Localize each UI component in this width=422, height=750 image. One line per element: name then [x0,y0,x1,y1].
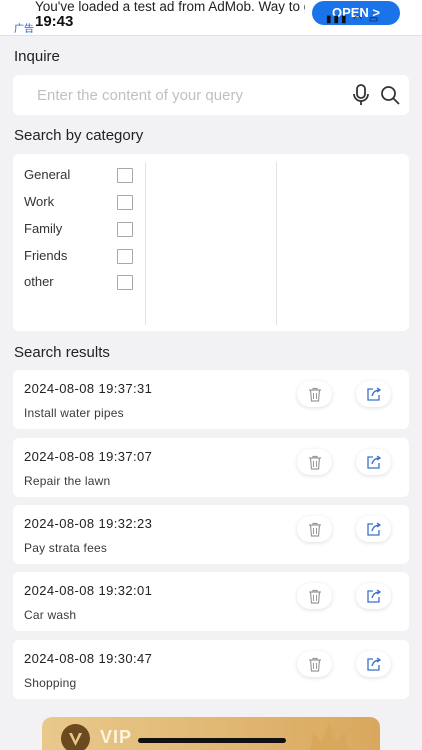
ad-banner[interactable]: You've loaded a test ad from AdMob. Way … [0,0,422,36]
share-icon [367,589,381,603]
result-datetime: 2024-08-08 19:37:07 [24,449,153,464]
checkbox[interactable] [117,168,133,183]
result-title: Repair the lawn [24,474,111,488]
inquire-title: Inquire [14,48,60,65]
result-card[interactable]: 2024-08-08 19:37:07 Repair the lawn [13,438,409,497]
delete-button[interactable] [297,449,332,475]
result-datetime: 2024-08-08 19:30:47 [24,651,153,666]
result-card[interactable]: 2024-08-08 19:32:01 Car wash [13,572,409,631]
result-title: Shopping [24,676,77,690]
vip-label: VIP [100,727,133,747]
delete-button[interactable] [297,651,332,677]
share-icon [367,455,381,469]
home-indicator [138,738,286,743]
share-button[interactable] [356,651,391,677]
results-title: Search results [14,344,110,361]
checkbox[interactable] [117,275,133,290]
trash-icon [308,589,321,604]
category-title: Search by category [14,127,144,144]
category-label: General [24,167,71,182]
result-card[interactable]: 2024-08-08 19:37:31 Install water pipes [13,370,409,429]
result-datetime: 2024-08-08 19:32:01 [24,583,153,598]
column-divider [145,162,146,325]
delete-button[interactable] [297,583,332,609]
trash-icon [308,657,321,672]
share-icon [367,522,381,536]
column-divider [276,162,277,325]
search-input[interactable] [37,75,337,115]
checkbox[interactable] [117,222,133,237]
share-button[interactable] [356,449,391,475]
share-icon [367,657,381,671]
vip-badge-icon [61,724,90,750]
status-icons: ▮▮▮ ◠ ▭ [326,14,381,25]
ad-text: You've loaded a test ad from AdMob. Way … [35,0,305,14]
checkbox[interactable] [117,195,133,210]
result-datetime: 2024-08-08 19:37:31 [24,381,153,396]
result-datetime: 2024-08-08 19:32:23 [24,516,153,531]
category-item-general[interactable]: General [24,165,134,185]
result-title: Install water pipes [24,406,124,420]
category-panel: General Work Family Friends other [13,154,409,331]
checkbox[interactable] [117,249,133,264]
category-label: Friends [24,248,68,263]
share-icon [367,387,381,401]
category-item-work[interactable]: Work [24,192,134,212]
category-label: other [24,274,54,289]
category-label: Work [24,194,55,209]
delete-button[interactable] [297,516,332,542]
search-icon[interactable] [380,85,400,105]
status-time: 19:43 [35,13,74,30]
crown-icon [310,722,348,750]
share-button[interactable] [356,583,391,609]
category-item-family[interactable]: Family [24,219,134,239]
ad-tag: 广告 [14,24,34,35]
search-box [13,75,409,115]
result-card[interactable]: 2024-08-08 19:30:47 Shopping [13,640,409,699]
result-title: Pay strata fees [24,541,108,555]
trash-icon [308,522,321,537]
category-item-other[interactable]: other [24,272,134,292]
category-label: Family [24,221,63,236]
result-card[interactable]: 2024-08-08 19:32:23 Pay strata fees [13,505,409,564]
share-button[interactable] [356,516,391,542]
trash-icon [308,387,321,402]
category-item-friends[interactable]: Friends [24,246,134,266]
vip-banner[interactable]: VIP [42,717,380,750]
result-title: Car wash [24,608,77,622]
share-button[interactable] [356,381,391,407]
trash-icon [308,455,321,470]
delete-button[interactable] [297,381,332,407]
microphone-icon[interactable] [351,84,371,106]
